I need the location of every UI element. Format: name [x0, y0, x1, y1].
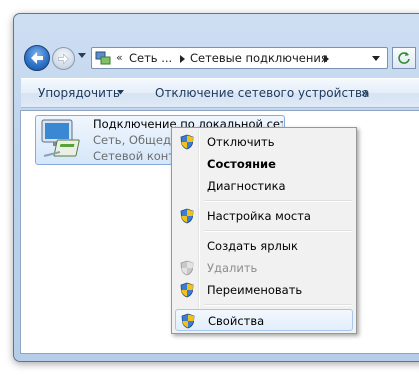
back-button[interactable] [24, 45, 50, 71]
uac-shield-icon [180, 282, 194, 298]
item-network-status: Сеть, Общедо [93, 133, 171, 147]
menu-item-status[interactable]: Состояние [175, 153, 353, 175]
address-segment-connections[interactable]: Сетевые подключения [190, 51, 328, 65]
chevron-right-icon[interactable] [180, 55, 185, 63]
menu-separator [204, 200, 352, 202]
address-bar[interactable]: « Сеть ... Сетевые подключения [91, 47, 388, 69]
menu-label: Состояние [207, 157, 276, 171]
chevron-right-icon[interactable] [324, 55, 329, 63]
address-overflow[interactable]: « [116, 51, 123, 64]
uac-shield-icon [180, 134, 194, 150]
chevron-down-icon[interactable] [372, 56, 380, 61]
recent-pages-dropdown-icon[interactable] [78, 53, 86, 59]
menu-label: Переименовать [207, 283, 303, 297]
menu-item-disable[interactable]: Отключить [175, 131, 353, 153]
refresh-button[interactable] [392, 47, 416, 69]
menu-label: Отключить [207, 135, 275, 149]
network-adapter-icon [41, 119, 80, 157]
chevron-down-icon [117, 90, 124, 95]
forward-arrow-icon [58, 52, 69, 65]
back-arrow-icon [31, 52, 43, 64]
uac-shield-icon [180, 208, 194, 224]
menu-item-bridge[interactable]: Настройка моста [175, 205, 353, 227]
context-menu: Отключить Состояние Диагностика Настройк… [171, 127, 357, 334]
item-device-name: Сетевой контр [93, 149, 171, 163]
forward-button[interactable] [52, 47, 75, 70]
address-segment-network[interactable]: Сеть ... [129, 51, 172, 65]
refresh-icon [398, 52, 410, 64]
command-bar: Упорядочить Отключение сетевого устройст… [21, 78, 419, 108]
menu-item-delete: Удалить [175, 257, 353, 279]
disable-device-button[interactable]: Отключение сетевого устройства [155, 86, 369, 100]
menu-separator [204, 304, 352, 306]
menu-item-diagnostics[interactable]: Диагностика [175, 175, 353, 197]
menu-item-rename[interactable]: Переименовать [175, 279, 353, 301]
uac-shield-icon [180, 260, 194, 276]
menu-item-properties[interactable]: Свойства [175, 309, 353, 331]
menu-item-create-shortcut[interactable]: Создать ярлык [175, 235, 353, 257]
uac-shield-icon [181, 313, 195, 329]
menu-label: Свойства [208, 314, 265, 328]
network-connections-icon [95, 51, 111, 65]
menu-label: Настройка моста [207, 209, 311, 223]
organize-button[interactable]: Упорядочить [38, 86, 120, 100]
menu-separator [204, 230, 352, 232]
more-commands-button[interactable]: » [361, 86, 369, 100]
menu-label: Создать ярлык [207, 239, 298, 253]
menu-label: Диагностика [207, 179, 286, 193]
menu-label: Удалить [207, 261, 258, 275]
